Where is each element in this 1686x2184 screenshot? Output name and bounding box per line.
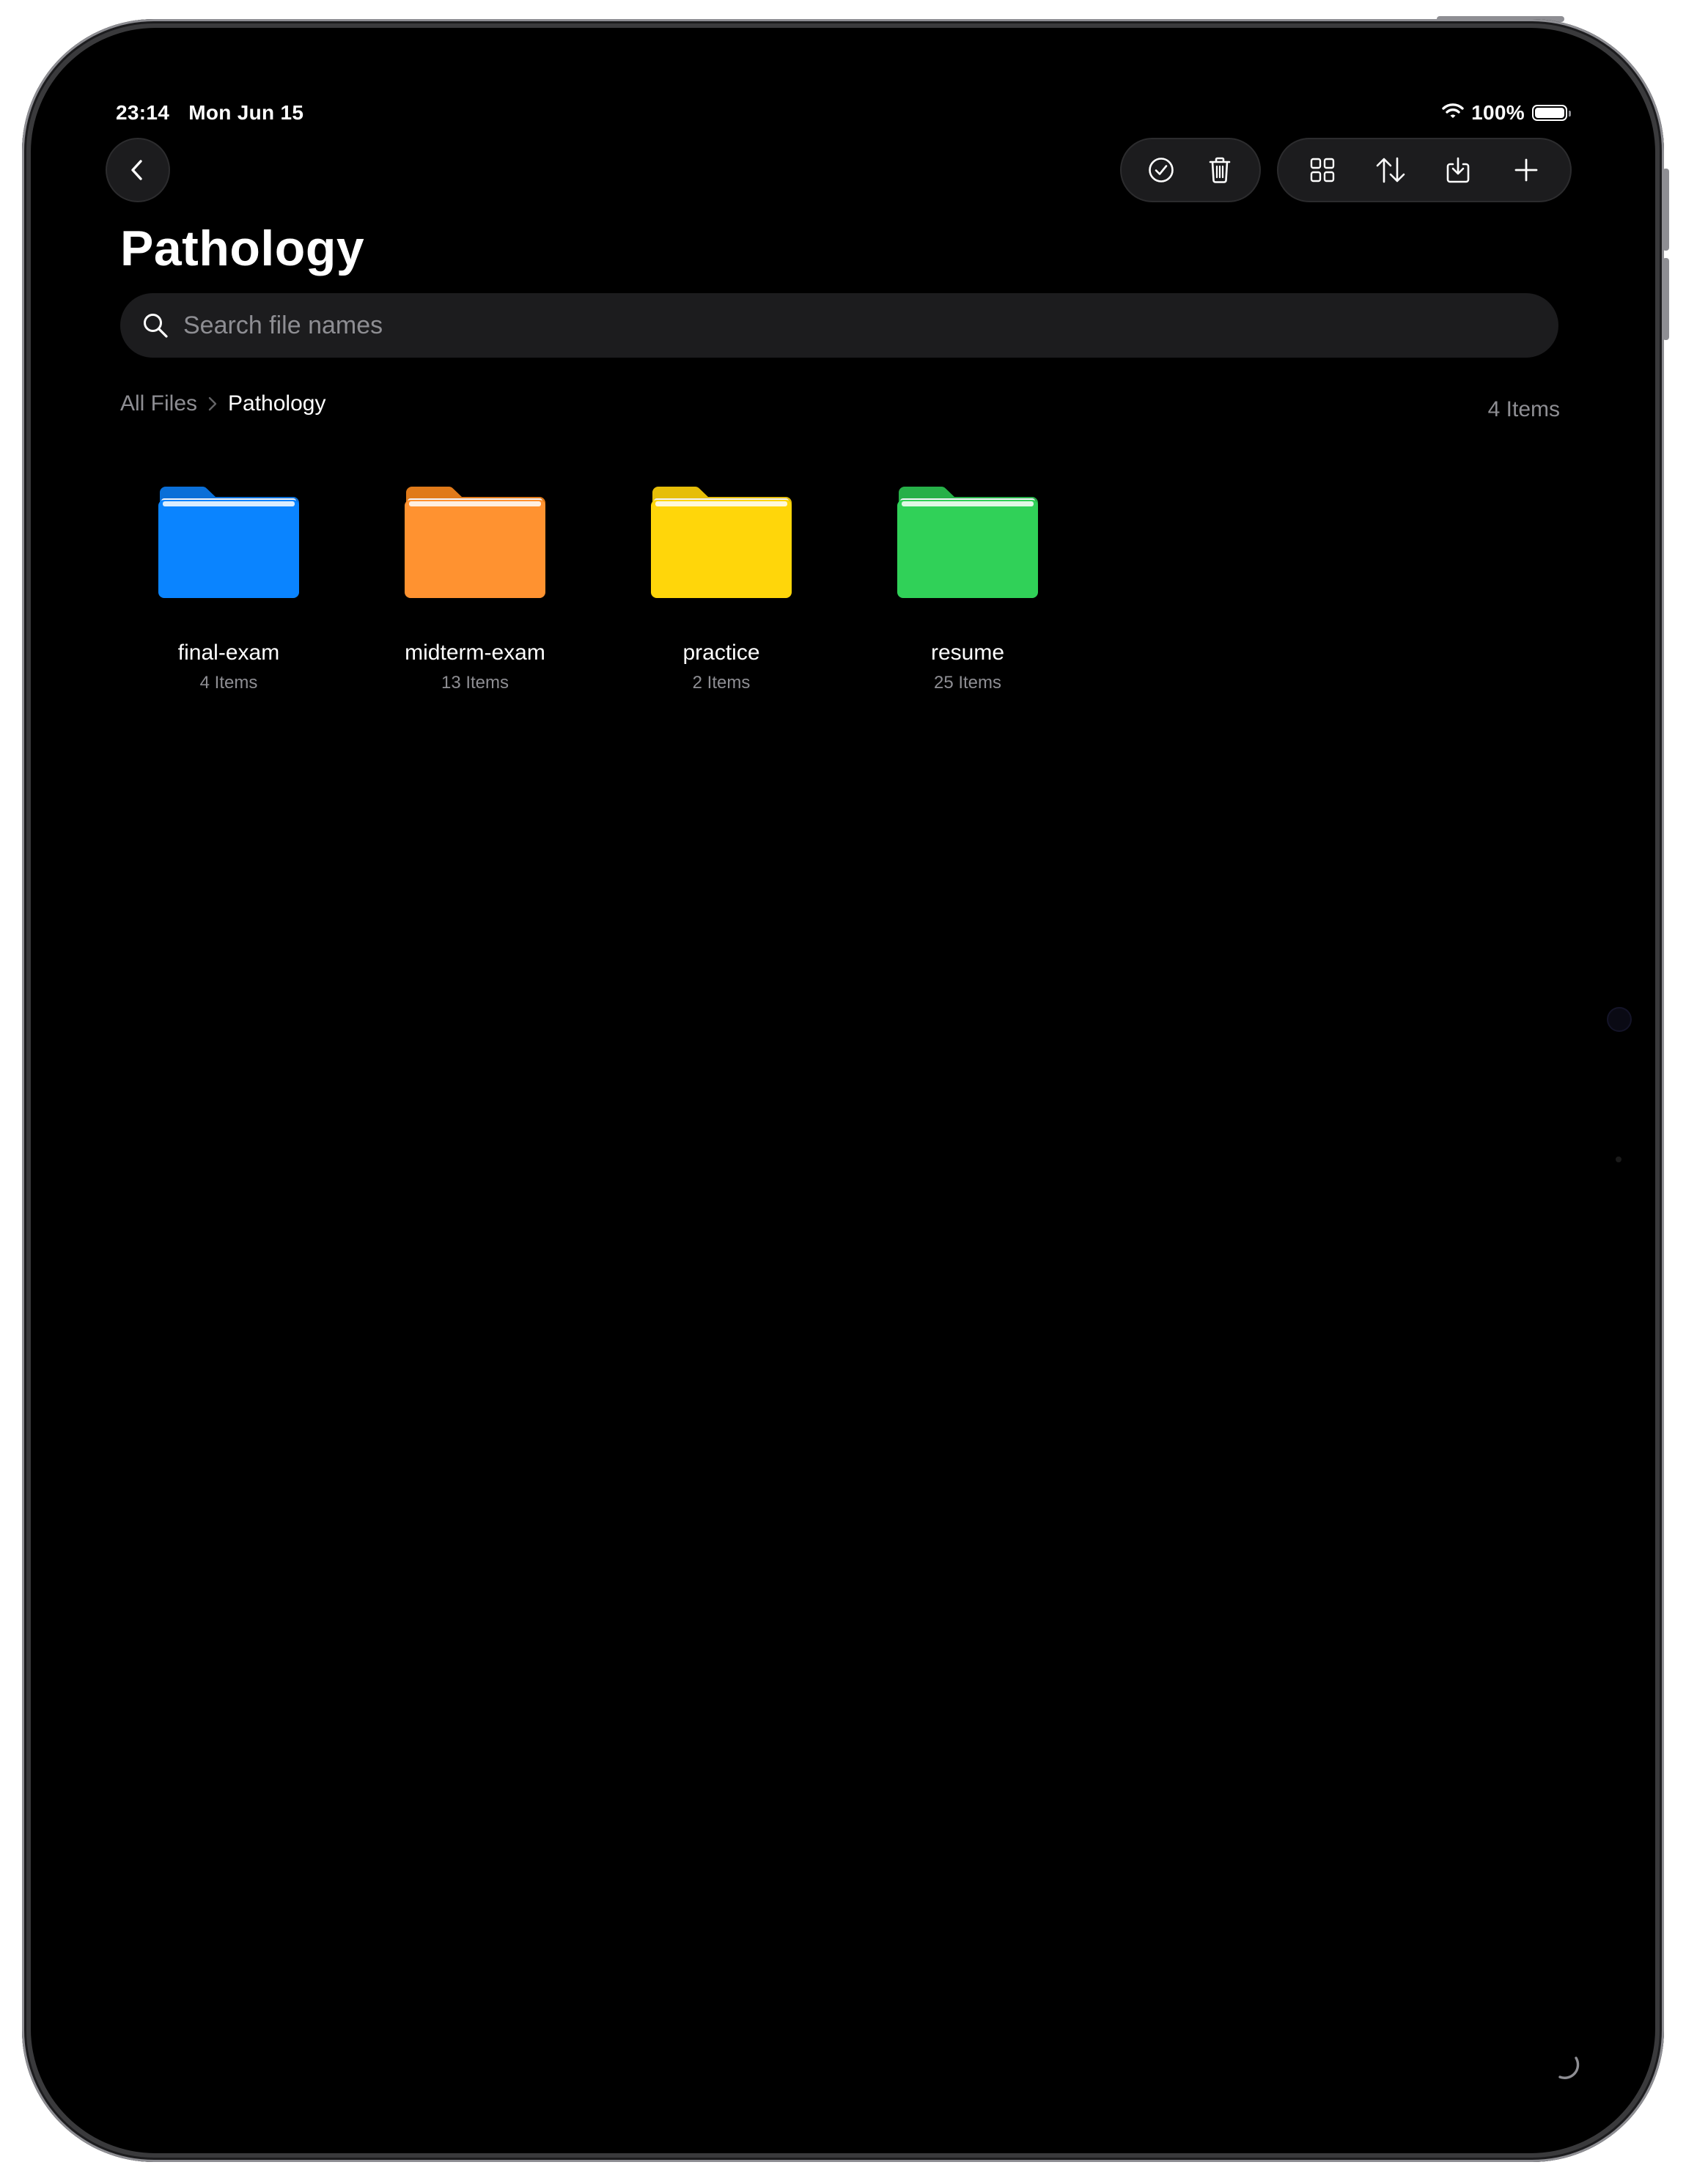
folder-icon <box>651 486 792 598</box>
activity-indicator-icon <box>1558 2056 1580 2079</box>
folder-item[interactable]: practice 2 Items <box>633 484 809 693</box>
status-date: Mon Jun 15 <box>188 101 304 124</box>
selection-actions <box>1120 138 1261 202</box>
battery-percent: 100% <box>1471 101 1525 124</box>
chevron-left-icon <box>131 160 142 180</box>
folder-item[interactable]: final-exam 4 Items <box>141 484 317 693</box>
breadcrumb: All Files Pathology <box>120 391 325 416</box>
trash-icon <box>1209 157 1231 183</box>
folder-icon <box>405 486 545 598</box>
search-icon <box>139 309 172 342</box>
add-button[interactable] <box>1500 144 1553 196</box>
view-toggle-button[interactable] <box>1296 144 1349 196</box>
item-count: 4 Items <box>1487 397 1560 421</box>
delete-button[interactable] <box>1193 144 1246 196</box>
folder-name: final-exam <box>177 641 280 665</box>
import-tray-icon <box>1446 157 1470 183</box>
status-bar-right: 100% <box>1442 101 1571 125</box>
folder-item-count: 4 Items <box>199 673 258 693</box>
plus-icon <box>1514 158 1538 182</box>
back-button[interactable] <box>106 138 170 202</box>
screen: 23:14 Mon Jun 15 100% Pathology Search f… <box>31 28 1655 2153</box>
import-button[interactable] <box>1432 144 1484 196</box>
folder-icon <box>897 486 1038 598</box>
folder-name: midterm-exam <box>405 641 545 665</box>
view-actions <box>1277 138 1572 202</box>
folder-item-count: 2 Items <box>692 673 751 693</box>
status-time: 23:14 <box>116 101 170 124</box>
select-button[interactable] <box>1135 144 1188 196</box>
folder-name: resume <box>930 641 1005 665</box>
folder-item[interactable]: midterm-exam 13 Items <box>387 484 563 693</box>
sort-arrows-icon <box>1376 157 1405 183</box>
folder-icon <box>158 486 299 598</box>
front-camera <box>1607 1007 1632 1032</box>
wifi-icon <box>1442 101 1464 125</box>
chevron-right-icon <box>207 396 218 412</box>
folder-item-count: 25 Items <box>933 673 1002 693</box>
checkmark-circle-icon <box>1149 158 1174 182</box>
folder-item[interactable]: resume 25 Items <box>880 484 1056 693</box>
search-input[interactable] <box>182 310 1504 341</box>
search-bar[interactable] <box>120 293 1558 358</box>
ambient-sensor <box>1616 1156 1621 1162</box>
page-title: Pathology <box>120 221 365 276</box>
status-bar-left: 23:14 Mon Jun 15 <box>116 101 303 125</box>
grid-view-icon <box>1311 158 1335 182</box>
battery-icon <box>1532 105 1571 121</box>
breadcrumb-all-files[interactable]: All Files <box>120 391 197 416</box>
sort-button[interactable] <box>1364 144 1417 196</box>
breadcrumb-current: Pathology <box>228 391 326 416</box>
folder-name: practice <box>682 641 760 665</box>
folder-item-count: 13 Items <box>441 673 509 693</box>
